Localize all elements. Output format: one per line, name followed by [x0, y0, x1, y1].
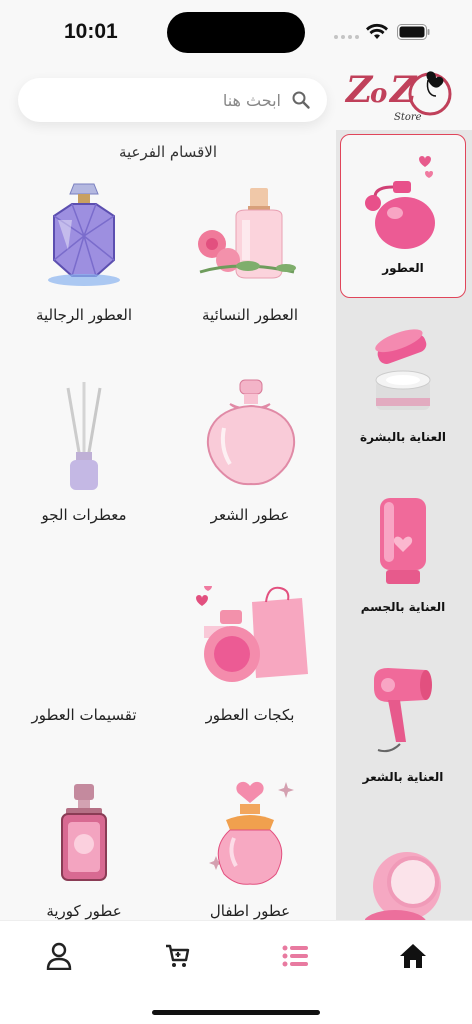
sidebar-item-label: العطور: [382, 261, 424, 275]
home-indicator: [152, 1010, 320, 1015]
nav-home[interactable]: [398, 941, 428, 971]
subcategory-kids-perfume[interactable]: عطور اطفال: [166, 778, 334, 920]
subcategory-perfume-packages[interactable]: بكجات العطور: [166, 586, 334, 724]
subcategory-mens-perfume[interactable]: العطور الرجالية: [0, 180, 168, 324]
hair-dryer-icon: [374, 668, 432, 753]
subcategory-label: عطور كورية: [46, 902, 122, 920]
subcategory-korean-perfume[interactable]: عطور كورية: [0, 778, 168, 920]
sidebar-item-label: العناية بالجسم: [360, 600, 446, 614]
womens-perfume-icon: [198, 188, 296, 279]
korean-perfume-icon: [61, 784, 107, 881]
hair-perfume-icon: [206, 379, 296, 486]
dynamic-island: [167, 12, 305, 53]
status-time: 10:01: [64, 20, 118, 43]
cart-icon: [166, 944, 190, 967]
sidebar-item-makeup[interactable]: [340, 814, 466, 920]
svg-text:Store: Store: [394, 112, 422, 123]
subcategory-hair-perfume[interactable]: عطور الشعر: [166, 378, 334, 524]
search-bar[interactable]: [18, 78, 327, 122]
reed-diffuser-icon: [66, 382, 102, 490]
subcategory-label: عطور اطفال: [209, 902, 291, 920]
bottom-nav: [0, 920, 472, 1024]
subcategory-label: العطور الرجالية: [35, 306, 133, 324]
home-icon: [400, 944, 426, 968]
svg-text:o: o: [370, 79, 387, 109]
subcategory-label: معطرات الجو: [41, 506, 127, 524]
subcategory-image-placeholder: [24, 586, 144, 692]
battery-icon: [397, 24, 430, 40]
mens-perfume-icon: [48, 183, 120, 286]
sidebar-item-label: العناية بالشعر: [362, 770, 444, 784]
gift-bag-icon: [196, 586, 308, 682]
user-icon: [46, 942, 72, 970]
compact-powder-icon: [365, 852, 441, 920]
perfume-icon: [365, 156, 435, 249]
subcategory-womens-perfume[interactable]: العطور النسائية: [166, 180, 334, 324]
subcategory-label: بكجات العطور: [205, 706, 295, 724]
nav-cart[interactable]: [162, 941, 192, 971]
list-icon: [282, 945, 308, 967]
signal-icon: [334, 35, 359, 39]
nav-categories[interactable]: [280, 941, 310, 971]
search-icon: [292, 91, 310, 109]
subcategory-perfume-divisions[interactable]: تقسيمات العطور: [0, 586, 168, 724]
sidebar-item-body-care[interactable]: العناية بالجسم: [340, 474, 466, 638]
sidebar-item-label: العناية بالبشرة: [360, 430, 446, 444]
subcategory-air-fresheners[interactable]: معطرات الجو: [0, 378, 168, 524]
lotion-tube-icon: [380, 498, 426, 584]
cream-jar-icon: [375, 329, 431, 410]
section-title: الاقسام الفرعية: [118, 143, 218, 161]
subcategory-label: تقسيمات العطور: [31, 706, 137, 724]
zozo-store-logo[interactable]: Z o Z Store: [344, 66, 456, 124]
subcategory-label: عطور الشعر: [210, 506, 290, 524]
category-sidebar[interactable]: العطور العناية بالبشرة العناية بالجسم ال…: [336, 130, 472, 920]
sidebar-item-skin-care[interactable]: العناية بالبشرة: [340, 304, 466, 468]
subcategory-label: العطور النسائية: [202, 306, 298, 324]
nav-account[interactable]: [44, 941, 74, 971]
sidebar-item-hair-care[interactable]: العناية بالشعر: [340, 644, 466, 808]
search-input[interactable]: [51, 90, 281, 110]
status-bar: 10:01: [0, 0, 472, 64]
kids-perfume-icon: [209, 781, 294, 885]
wifi-icon: [366, 23, 388, 39]
sidebar-item-perfumes[interactable]: العطور: [340, 134, 466, 298]
